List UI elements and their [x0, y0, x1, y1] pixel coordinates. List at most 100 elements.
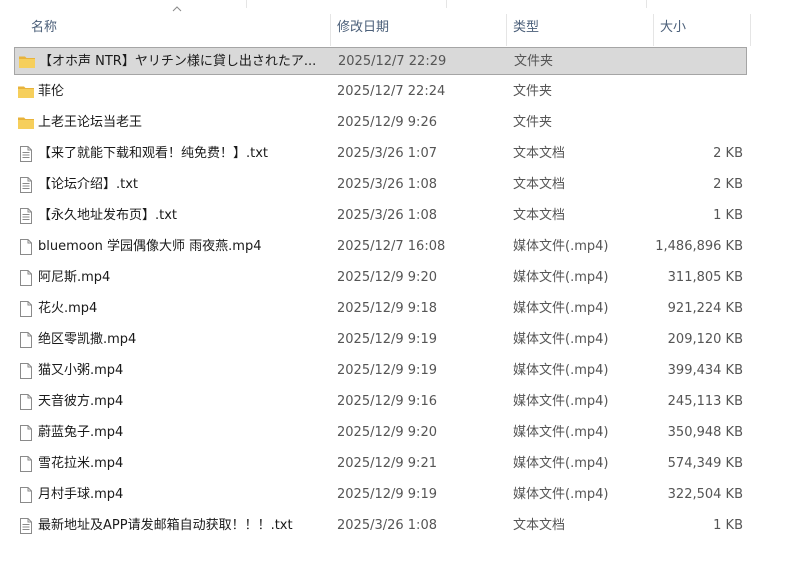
modified-date: 2025/12/7 16:08 — [337, 239, 446, 254]
file-row[interactable]: 上老王论坛当老王 2025/12/9 9:26 文件夹 — [14, 109, 747, 137]
text-file-icon — [17, 176, 35, 194]
modified-date: 2025/12/9 9:20 — [337, 270, 437, 285]
file-size: 1 KB — [713, 208, 743, 223]
file-name: 绝区零凯撒.mp4 — [38, 332, 137, 347]
file-type: 媒体文件(.mp4) — [513, 363, 609, 378]
file-size: 2 KB — [713, 146, 743, 161]
file-type: 文件夹 — [514, 54, 554, 69]
file-size — [643, 48, 744, 76]
file-icon — [17, 300, 35, 318]
file-icon — [17, 393, 35, 411]
file-type: 媒体文件(.mp4) — [513, 332, 609, 347]
file-icon — [17, 238, 35, 256]
file-row[interactable]: 雪花拉米.mp4 2025/12/9 9:21 媒体文件(.mp4) 574,349 … — [14, 450, 747, 478]
folder-icon — [18, 53, 36, 71]
file-row[interactable]: 天音彼方.mp4 2025/12/9 9:16 媒体文件(.mp4) 245,113 … — [14, 388, 747, 416]
file-type: 文本文档 — [513, 208, 566, 223]
file-name: 阿尼斯.mp4 — [38, 270, 111, 285]
file-size: 921,224 KB — [667, 301, 743, 316]
modified-date: 2025/12/9 9:19 — [337, 332, 437, 347]
file-icon — [17, 424, 35, 442]
file-type: 媒体文件(.mp4) — [513, 425, 609, 440]
column-resize-handle[interactable] — [750, 14, 751, 46]
text-file-icon — [17, 517, 35, 535]
file-size: 350,948 KB — [667, 425, 743, 440]
modified-date: 2025/12/7 22:24 — [337, 84, 446, 99]
modified-date: 2025/3/26 1:07 — [337, 146, 437, 161]
modified-date: 2025/3/26 1:08 — [337, 518, 437, 533]
file-type: 媒体文件(.mp4) — [513, 301, 609, 316]
file-size: 1,486,896 KB — [655, 239, 743, 254]
column-header: 名称 修改日期 类型 大小 — [0, 6, 800, 46]
file-row[interactable]: 阿尼斯.mp4 2025/12/9 9:20 媒体文件(.mp4) 311,805 K… — [14, 264, 747, 292]
column-header-date[interactable]: 修改日期 — [330, 10, 506, 46]
file-icon — [17, 486, 35, 504]
file-type: 媒体文件(.mp4) — [513, 394, 609, 409]
file-row[interactable]: 猫又小粥.mp4 2025/12/9 9:19 媒体文件(.mp4) 399,434 … — [14, 357, 747, 385]
file-name: 猫又小粥.mp4 — [38, 363, 124, 378]
column-header-type[interactable]: 类型 — [506, 10, 653, 46]
file-row[interactable]: 【オホ声 NTR】ヤリチン様に貸し出されたア... 2025/12/7 22:29… — [14, 47, 747, 75]
header-divider — [246, 0, 247, 8]
modified-date: 2025/3/26 1:08 — [337, 177, 437, 192]
modified-date: 2025/12/7 22:29 — [338, 54, 447, 69]
file-type: 媒体文件(.mp4) — [513, 270, 609, 285]
file-name: 月村手球.mp4 — [38, 487, 124, 502]
file-size — [642, 78, 743, 106]
file-type: 媒体文件(.mp4) — [513, 456, 609, 471]
text-file-icon — [17, 207, 35, 225]
file-row[interactable]: 最新地址及APP请发邮箱自动获取！！！.txt 2025/3/26 1:08 文本文… — [14, 512, 747, 540]
file-icon — [17, 269, 35, 287]
file-name: 【オホ声 NTR】ヤリチン様に貸し出されたア... — [39, 54, 317, 69]
file-name: 花火.mp4 — [38, 301, 98, 316]
file-name: 蔚蓝兔子.mp4 — [38, 425, 124, 440]
file-name: 上老王论坛当老王 — [38, 115, 143, 130]
modified-date: 2025/12/9 9:20 — [337, 425, 437, 440]
file-type: 文本文档 — [513, 518, 566, 533]
file-row[interactable]: 月村手球.mp4 2025/12/9 9:19 媒体文件(.mp4) 322,504 … — [14, 481, 747, 509]
modified-date: 2025/12/9 9:19 — [337, 487, 437, 502]
text-file-icon — [17, 145, 35, 163]
file-type: 文件夹 — [513, 84, 553, 99]
file-row[interactable]: 【永久地址发布页】.txt 2025/3/26 1:08 文本文档 1 KB — [14, 202, 747, 230]
modified-date: 2025/12/9 9:19 — [337, 363, 437, 378]
file-type: 文件夹 — [513, 115, 553, 130]
header-divider — [446, 0, 447, 8]
file-type: 文本文档 — [513, 177, 566, 192]
file-icon — [17, 455, 35, 473]
folder-icon — [17, 114, 35, 132]
file-size: 322,504 KB — [667, 487, 743, 502]
file-name: 【论坛介绍】.txt — [38, 177, 139, 192]
file-row[interactable]: 花火.mp4 2025/12/9 9:18 媒体文件(.mp4) 921,224 KB — [14, 295, 747, 323]
file-row[interactable]: 绝区零凯撒.mp4 2025/12/9 9:19 媒体文件(.mp4) 209,120… — [14, 326, 747, 354]
file-type: 媒体文件(.mp4) — [513, 487, 609, 502]
file-size: 209,120 KB — [667, 332, 743, 347]
modified-date: 2025/12/9 9:16 — [337, 394, 437, 409]
file-size — [642, 109, 743, 137]
file-type: 媒体文件(.mp4) — [513, 239, 609, 254]
file-row[interactable]: bluemoon 学园偶像大师 雨夜燕.mp4 2025/12/7 16:08 媒体… — [14, 233, 747, 261]
header-divider — [646, 0, 647, 8]
file-name: 【来了就能下载和观看！纯免费！】.txt — [38, 146, 269, 161]
column-header-name[interactable]: 名称 — [24, 10, 330, 46]
file-row[interactable]: 【论坛介绍】.txt 2025/3/26 1:08 文本文档 2 KB — [14, 171, 747, 199]
folder-icon — [17, 83, 35, 101]
column-header-top-edge — [0, 0, 800, 10]
file-icon — [17, 331, 35, 349]
file-row[interactable]: 蔚蓝兔子.mp4 2025/12/9 9:20 媒体文件(.mp4) 350,948 … — [14, 419, 747, 447]
file-size: 245,113 KB — [667, 394, 743, 409]
file-row[interactable]: 【来了就能下载和观看！纯免费！】.txt 2025/3/26 1:07 文本文档 2 … — [14, 140, 747, 168]
file-name: 雪花拉米.mp4 — [38, 456, 124, 471]
file-type: 文本文档 — [513, 146, 566, 161]
file-size: 2 KB — [713, 177, 743, 192]
column-header-size[interactable]: 大小 — [653, 10, 750, 46]
file-name: bluemoon 学园偶像大师 雨夜燕.mp4 — [38, 239, 262, 254]
file-name: 天音彼方.mp4 — [38, 394, 124, 409]
file-name: 【永久地址发布页】.txt — [38, 208, 178, 223]
file-size: 574,349 KB — [667, 456, 743, 471]
file-size: 399,434 KB — [667, 363, 743, 378]
file-row[interactable]: 菲伦 2025/12/7 22:24 文件夹 — [14, 78, 747, 106]
modified-date: 2025/12/9 9:18 — [337, 301, 437, 316]
file-icon — [17, 362, 35, 380]
file-name: 菲伦 — [38, 84, 65, 99]
